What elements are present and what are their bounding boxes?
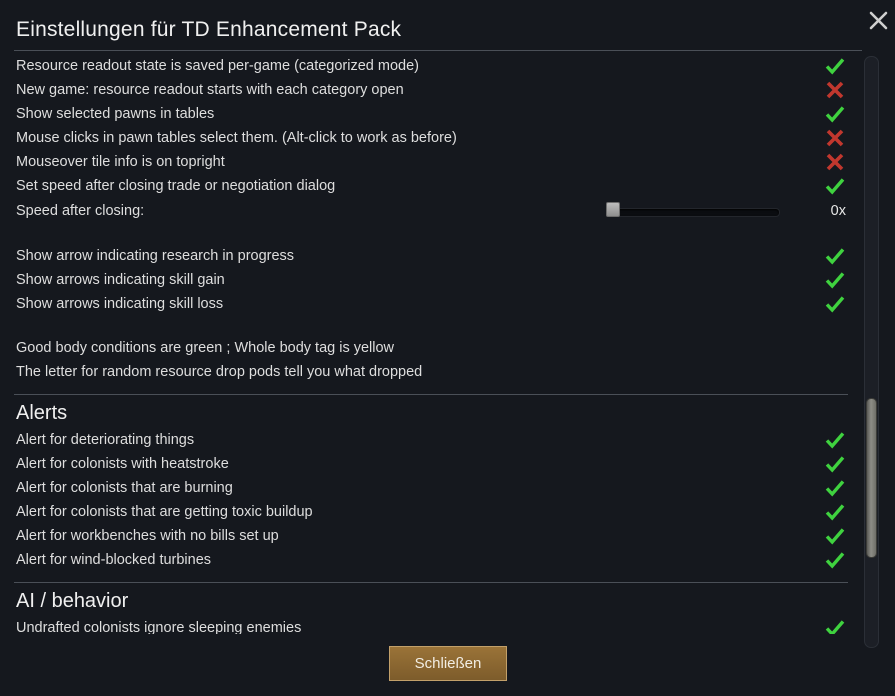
checkmark-icon[interactable]	[824, 55, 846, 77]
page-title: Einstellungen für TD Enhancement Pack	[16, 18, 402, 41]
section-divider	[14, 582, 848, 583]
setting-row[interactable]: Set speed after closing trade or negotia…	[0, 174, 862, 198]
setting-row[interactable]: Alert for workbenches with no bills set …	[0, 524, 862, 548]
settings-content: Resource readout state is saved per-game…	[0, 54, 862, 634]
setting-row[interactable]: Alert for colonists that are burning	[0, 476, 862, 500]
checkmark-icon[interactable]	[824, 245, 846, 267]
cross-icon[interactable]	[824, 151, 846, 173]
cross-icon[interactable]	[824, 79, 846, 101]
setting-label: Alert for deteriorating things	[16, 432, 195, 448]
settings-scroll-viewport: Resource readout state is saved per-game…	[0, 54, 862, 634]
checkmark-icon[interactable]	[824, 453, 846, 475]
setting-row[interactable]: Alert for deteriorating things	[0, 428, 862, 452]
setting-label: Mouse clicks in pawn tables select them.…	[16, 130, 457, 146]
setting-row[interactable]: Show arrow indicating research in progre…	[0, 244, 862, 268]
setting-label: Alert for colonists that are getting tox…	[16, 504, 313, 520]
setting-row[interactable]: Mouseover tile info is on topright	[0, 150, 862, 174]
setting-label: Alert for colonists with heatstroke	[16, 456, 229, 472]
settings-dialog: Einstellungen für TD Enhancement Pack Re…	[0, 0, 895, 696]
checkmark-icon[interactable]	[824, 477, 846, 499]
setting-label: Alert for colonists that are burning	[16, 480, 233, 496]
setting-row[interactable]: Mouse clicks in pawn tables select them.…	[0, 126, 862, 150]
setting-row[interactable]: New game: resource readout starts with e…	[0, 78, 862, 102]
section-heading-alerts: Alerts	[16, 402, 68, 424]
setting-row[interactable]: Show arrows indicating skill gain	[0, 268, 862, 292]
setting-row[interactable]: Resource readout state is saved per-game…	[0, 54, 862, 78]
section-heading-ai-behavior: AI / behavior	[16, 590, 129, 612]
checkmark-icon[interactable]	[824, 549, 846, 571]
setting-label: Undrafted colonists ignore sleeping enem…	[16, 620, 302, 634]
section-divider	[14, 394, 848, 395]
setting-row[interactable]: Show arrows indicating skill loss	[0, 292, 862, 316]
vertical-scrollbar-thumb[interactable]	[866, 398, 877, 558]
setting-row[interactable]: Alert for colonists that are getting tox…	[0, 500, 862, 524]
info-row: Good body conditions are green ; Whole b…	[0, 336, 862, 360]
setting-label: New game: resource readout starts with e…	[16, 82, 404, 98]
setting-label: Good body conditions are green ; Whole b…	[16, 340, 395, 356]
checkmark-icon[interactable]	[824, 617, 846, 634]
close-x-icon	[863, 11, 893, 30]
setting-label: Mouseover tile info is on topright	[16, 154, 225, 170]
slider-label: Speed after closing:	[16, 203, 145, 219]
title-divider	[14, 50, 862, 51]
setting-label: Alert for wind-blocked turbines	[16, 552, 212, 568]
cross-icon[interactable]	[824, 127, 846, 149]
speed-after-closing-row: Speed after closing: 0x	[0, 198, 862, 224]
setting-label: Resource readout state is saved per-game…	[16, 58, 419, 74]
checkmark-icon[interactable]	[824, 429, 846, 451]
checkmark-icon[interactable]	[824, 525, 846, 547]
checkmark-icon[interactable]	[824, 269, 846, 291]
checkmark-icon[interactable]	[824, 175, 846, 197]
setting-label: Show arrow indicating research in progre…	[16, 248, 295, 264]
checkmark-icon[interactable]	[824, 103, 846, 125]
vertical-scrollbar-track[interactable]	[864, 56, 879, 648]
setting-label: Alert for workbenches with no bills set …	[16, 528, 279, 544]
checkmark-icon[interactable]	[824, 501, 846, 523]
setting-label: Show selected pawns in tables	[16, 106, 215, 122]
setting-label: The letter for random resource drop pods…	[16, 364, 423, 380]
speed-slider-track[interactable]	[607, 208, 780, 217]
setting-label: Show arrows indicating skill loss	[16, 296, 224, 312]
info-row: The letter for random resource drop pods…	[0, 360, 862, 384]
setting-label: Set speed after closing trade or negotia…	[16, 178, 336, 194]
setting-row[interactable]: Alert for wind-blocked turbines	[0, 548, 862, 572]
setting-row[interactable]: Undrafted colonists ignore sleeping enem…	[0, 616, 862, 634]
speed-slider-value: 0x	[830, 203, 846, 219]
setting-row[interactable]: Alert for colonists with heatstroke	[0, 452, 862, 476]
close-window-button[interactable]	[863, 2, 893, 32]
setting-row[interactable]: Show selected pawns in tables	[0, 102, 862, 126]
setting-label: Show arrows indicating skill gain	[16, 272, 225, 288]
speed-slider-thumb[interactable]	[606, 202, 620, 217]
checkmark-icon[interactable]	[824, 293, 846, 315]
close-dialog-button[interactable]: Schließen	[389, 646, 507, 681]
